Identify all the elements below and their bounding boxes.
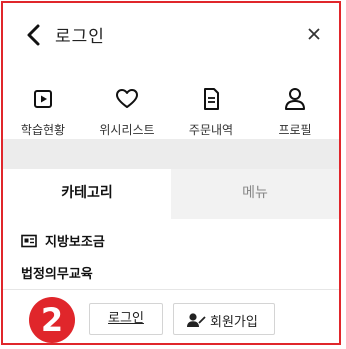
menu-item-mandatory-education[interactable]: 법정의무교육 <box>3 257 339 287</box>
step-number-badge: 2 <box>29 297 75 343</box>
heart-icon <box>116 89 138 108</box>
user-icon <box>285 88 305 110</box>
tab-category[interactable]: 카테고리 <box>3 169 171 219</box>
add-user-icon <box>187 313 206 327</box>
login-button-label: 로그인 <box>108 311 144 326</box>
quick-item-wishlist[interactable]: 위시리스트 <box>87 73 167 143</box>
menu-item-local-subsidy[interactable]: 지방보조금 <box>3 225 339 255</box>
header-title: 로그인 <box>55 27 105 47</box>
menu-item-label: 법정의무교육 <box>21 267 93 282</box>
quick-menu: 학습현황 위시리스트 주문내역 프로필 <box>3 73 339 145</box>
quick-item-label: 위시리스트 <box>99 123 155 137</box>
quick-item-label: 프로필 <box>278 123 312 137</box>
close-icon[interactable] <box>303 23 325 45</box>
login-button[interactable]: 로그인 <box>89 303 163 335</box>
section-divider <box>3 139 339 169</box>
panel-header: 로그인 <box>3 3 339 67</box>
menu-item-label: 지방보조금 <box>45 235 105 250</box>
play-square-icon <box>34 90 52 108</box>
quick-item-label: 학습현황 <box>20 123 66 137</box>
category-tabs: 카테고리 메뉴 <box>3 169 339 219</box>
quick-item-label: 주문내역 <box>188 123 234 137</box>
signup-button[interactable]: 회원가입 <box>173 303 275 335</box>
menu-panel: 로그인 학습현황 위시리스트 주문내역 프로필 카테고리 메뉴 지방보조금 법정… <box>1 1 341 345</box>
card-icon <box>21 234 37 248</box>
document-icon <box>204 88 219 110</box>
quick-item-learning-status[interactable]: 학습현황 <box>3 73 83 143</box>
back-arrow-icon[interactable] <box>23 23 45 47</box>
quick-item-profile[interactable]: 프로필 <box>255 73 335 143</box>
signup-button-label: 회원가입 <box>210 315 258 330</box>
tab-menu[interactable]: 메뉴 <box>171 169 339 219</box>
quick-item-orders[interactable]: 주문내역 <box>171 73 251 143</box>
